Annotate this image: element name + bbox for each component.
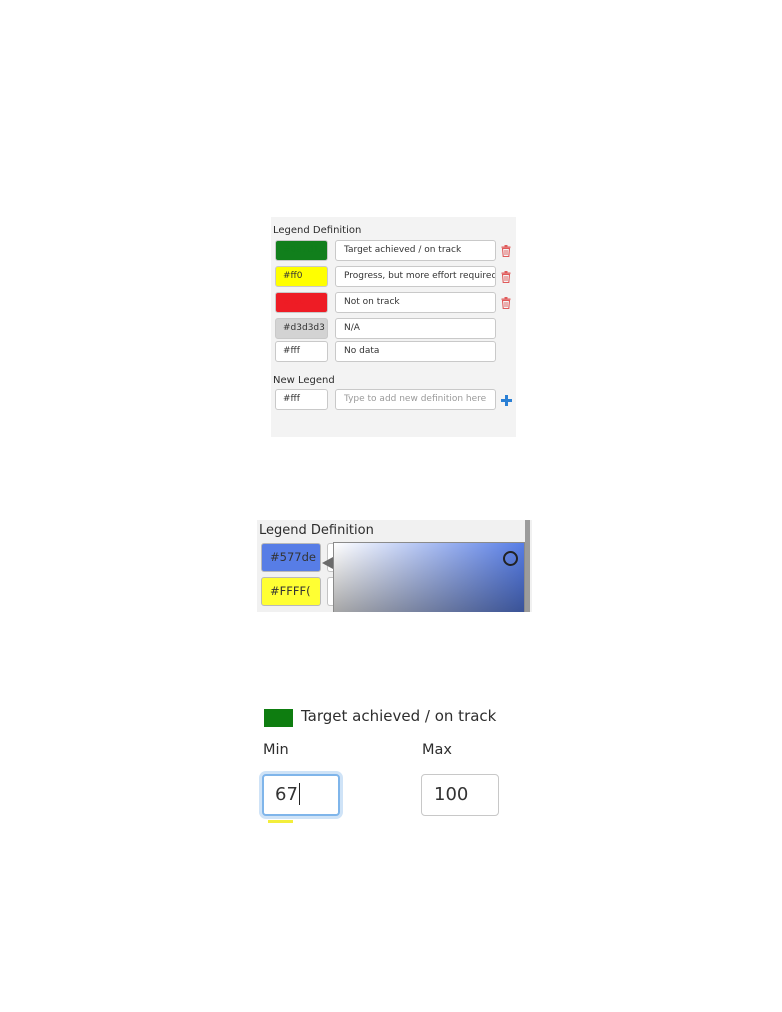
- new-legend-description-input[interactable]: Type to add new definition here: [335, 389, 496, 410]
- legend-description-input[interactable]: Progress, but more effort required: [335, 266, 496, 287]
- new-legend-title: New Legend: [273, 375, 335, 386]
- max-input[interactable]: 100: [421, 774, 499, 816]
- max-value: 100: [434, 784, 469, 805]
- legend-definition-title: Legend Definition: [273, 225, 362, 236]
- trash-icon[interactable]: [501, 245, 511, 257]
- min-value: 67: [275, 784, 298, 805]
- legend-color-input[interactable]: #0a7d1a: [275, 240, 328, 261]
- color-picker-handle[interactable]: [503, 551, 518, 566]
- legend-description-input[interactable]: N/A: [335, 318, 496, 339]
- legend-color-input[interactable]: #d3d3d3: [275, 318, 328, 339]
- legend-color-input[interactable]: #f00: [275, 292, 328, 313]
- trash-icon[interactable]: [501, 297, 511, 309]
- new-legend-color-input[interactable]: #fff: [275, 389, 328, 410]
- legend-definition-title-2: Legend Definition: [259, 523, 374, 538]
- legend-color-input[interactable]: #fff: [275, 341, 328, 362]
- yellow-swatch-edge: [268, 820, 293, 823]
- min-input[interactable]: 67: [262, 774, 340, 816]
- max-label: Max: [422, 742, 452, 758]
- legend-color-chip: [264, 709, 293, 727]
- legend-definition-panel: Legend Definition #0a7d1a Target achieved…: [271, 217, 516, 437]
- color-saturation-picker[interactable]: [333, 542, 525, 612]
- color-swatch-input[interactable]: #FFFF(: [261, 577, 321, 606]
- legend-label: Target achieved / on track: [301, 707, 497, 725]
- legend-definition-picker-panel: Legend Definition #577de #FFFF(: [257, 520, 532, 612]
- legend-description-input[interactable]: Not on track: [335, 292, 496, 313]
- legend-description-input[interactable]: No data: [335, 341, 496, 362]
- min-label: Min: [263, 742, 289, 758]
- legend-description-input[interactable]: Target achieved / on track: [335, 240, 496, 261]
- trash-icon[interactable]: [501, 271, 511, 283]
- picker-pointer: [322, 557, 333, 569]
- scrollbar[interactable]: [525, 520, 530, 612]
- legend-color-input[interactable]: #ff0: [275, 266, 328, 287]
- add-icon[interactable]: [501, 395, 512, 406]
- color-swatch-input[interactable]: #577de: [261, 543, 321, 572]
- text-caret: [298, 782, 301, 805]
